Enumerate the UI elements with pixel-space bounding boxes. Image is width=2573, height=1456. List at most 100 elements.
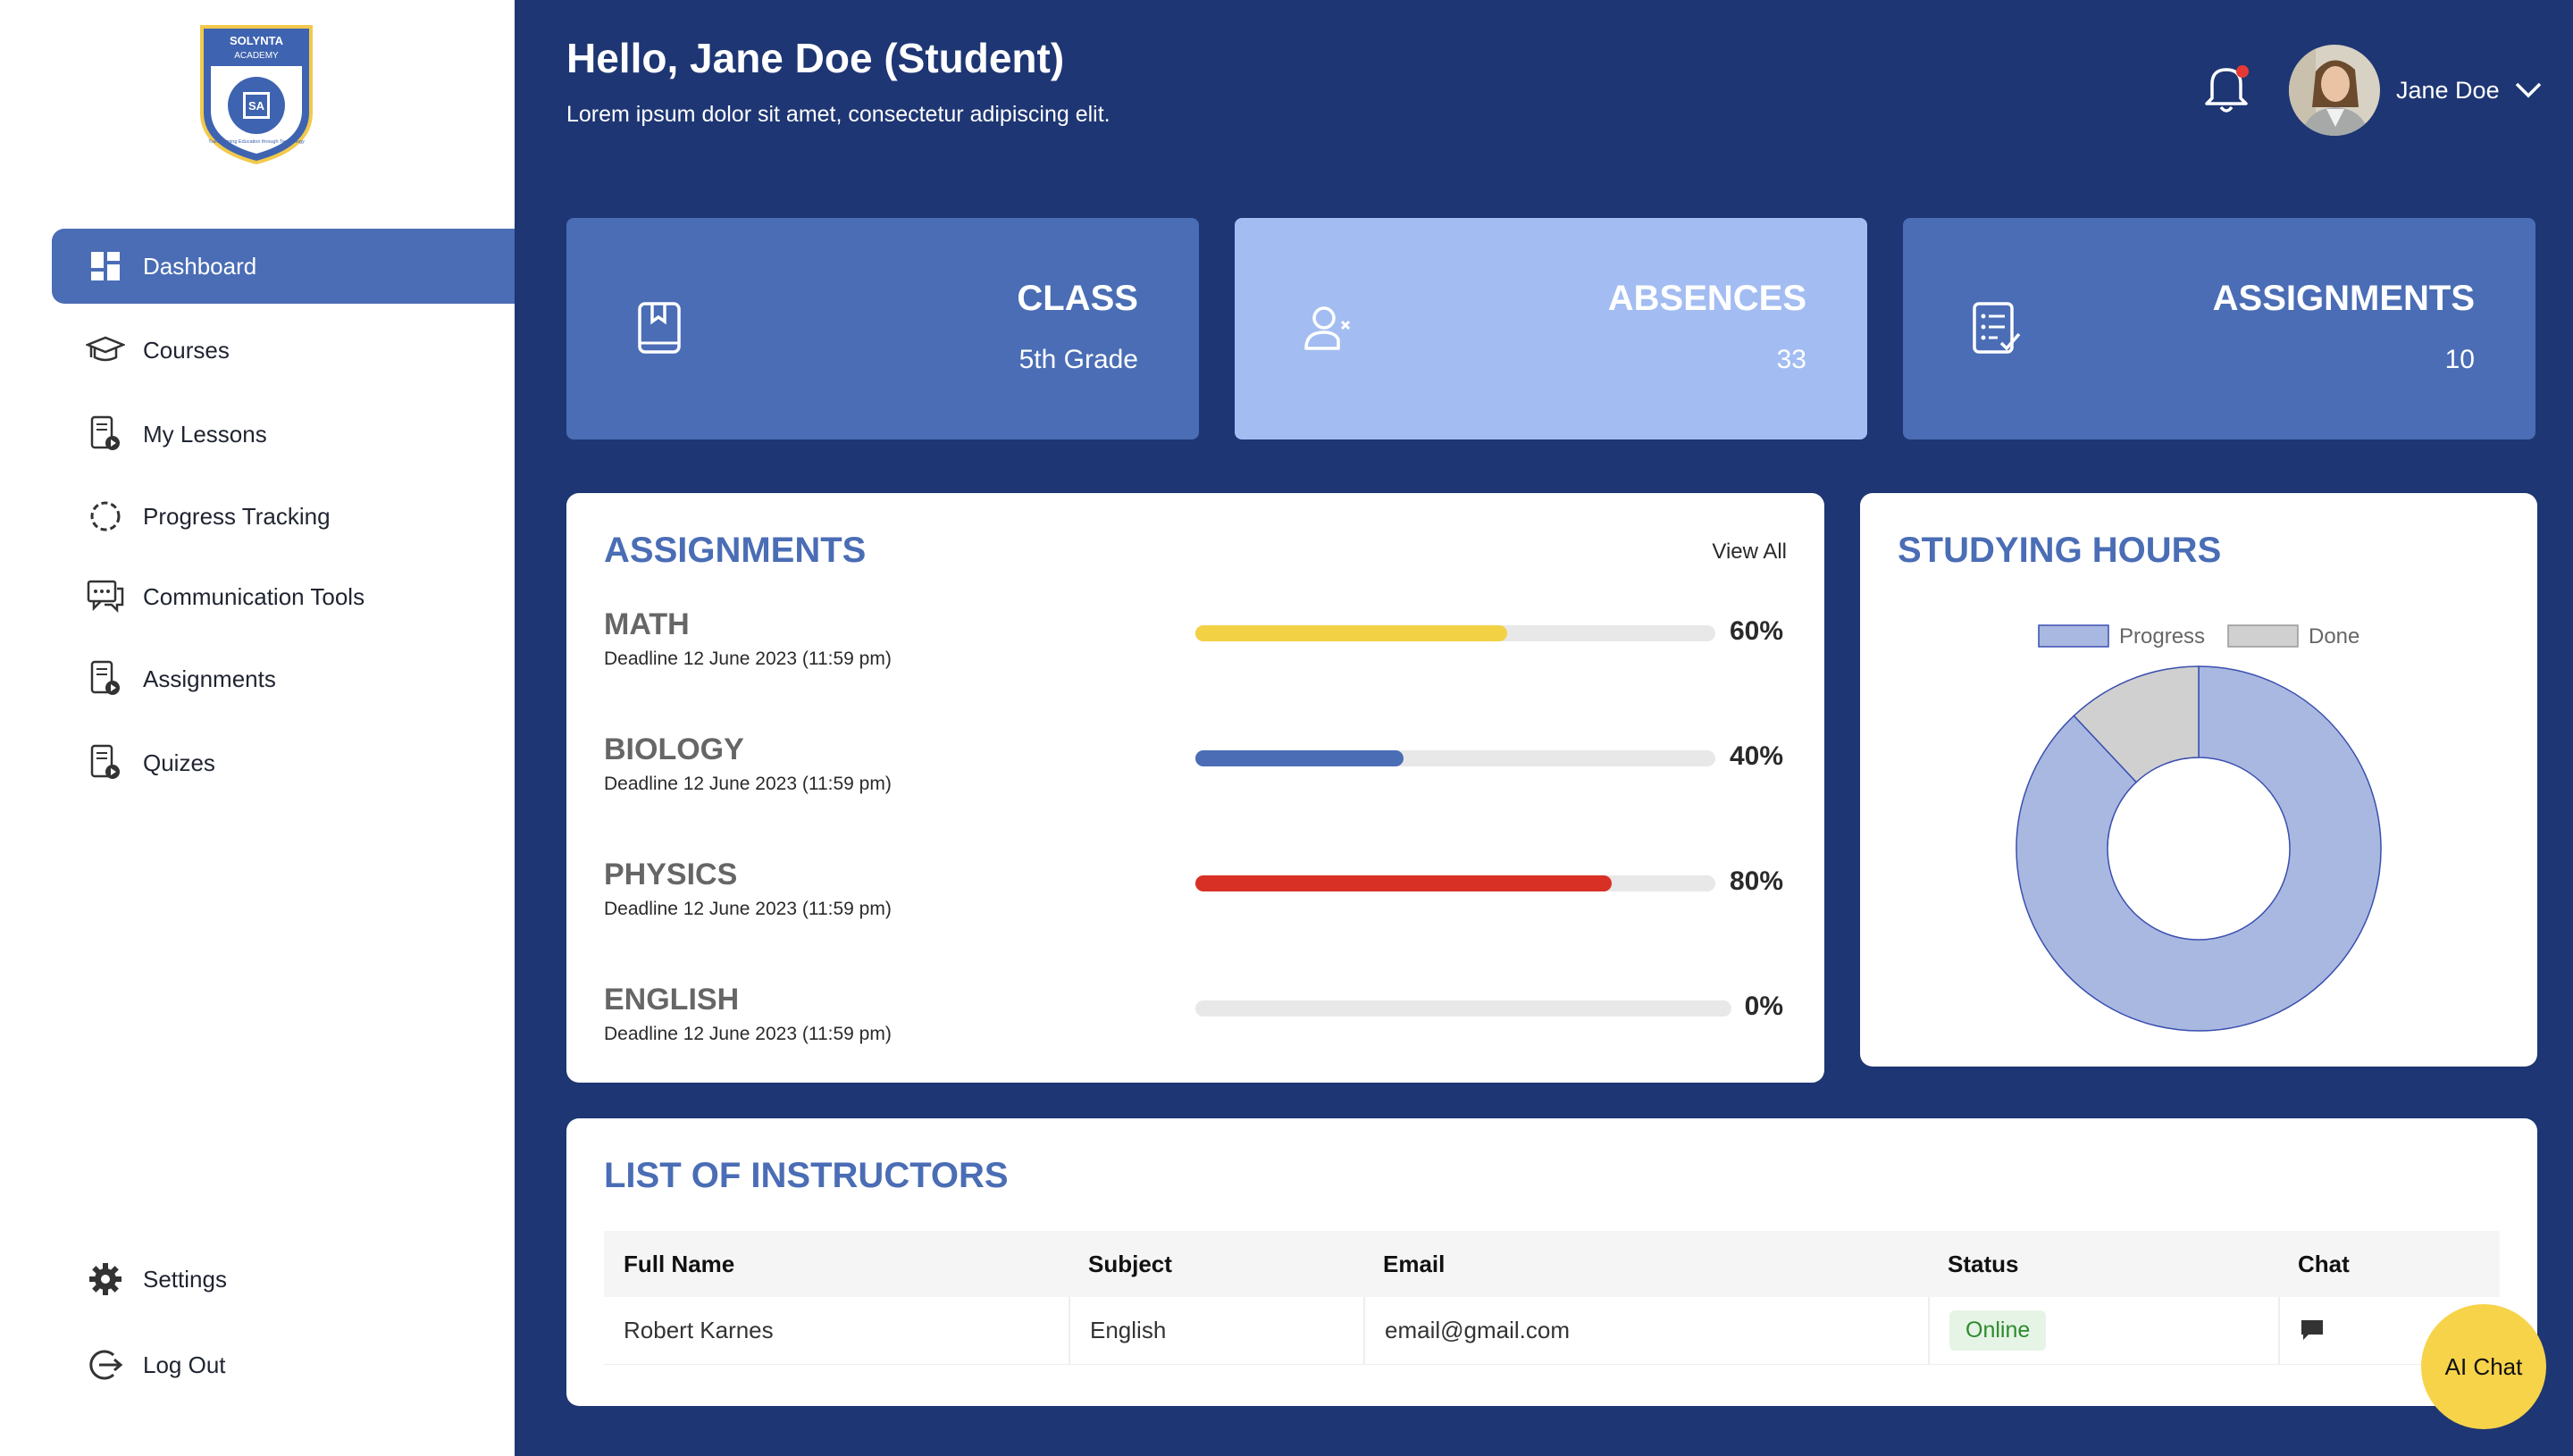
progress-bar-fill	[1195, 625, 1508, 641]
user-x-icon	[1304, 306, 1351, 350]
stat-card-assignments[interactable]: ASSIGNMENTS 10	[1903, 218, 2535, 439]
assignment-percent: 0%	[1744, 992, 1783, 1021]
book-icon	[638, 302, 681, 354]
stat-title: CLASS	[1017, 279, 1138, 318]
sidebar-item-communication-tools[interactable]: Communication Tools	[52, 559, 515, 634]
column-header[interactable]: Email	[1363, 1231, 1928, 1297]
assignment-deadline: Deadline 12 June 2023 (11:59 pm)	[604, 774, 892, 794]
sidebar-item-label: Assignments	[143, 665, 276, 692]
chat-icon[interactable]	[2300, 1318, 2325, 1343]
sidebar-item-progress-tracking[interactable]: Progress Tracking	[52, 479, 515, 554]
assignments-panel: ASSIGNMENTS View All MATH Deadline 12 Ju…	[566, 493, 1824, 1083]
chevron-down-icon[interactable]	[2514, 80, 2543, 100]
stat-card-class[interactable]: CLASS 5th Grade	[566, 218, 1199, 439]
progress-bar	[1195, 1000, 1731, 1017]
instructors-panel: LIST OF INSTRUCTORS Full Name Subject Em…	[566, 1118, 2537, 1406]
column-header[interactable]: Full Name	[604, 1231, 1069, 1297]
logout-icon	[86, 1345, 125, 1385]
quiz-video-icon	[86, 743, 125, 782]
assignment-percent: 40%	[1729, 741, 1783, 771]
assignment-percent: 80%	[1729, 866, 1783, 896]
dashboard-icon	[86, 247, 125, 286]
user-name[interactable]: Jane Doe	[2396, 77, 2500, 105]
assignment-deadline: Deadline 12 June 2023 (11:59 pm)	[604, 899, 892, 919]
sidebar-item-my-lessons[interactable]: My Lessons	[52, 397, 515, 472]
sidebar-item-dashboard[interactable]: Dashboard	[52, 229, 515, 304]
progress-bar	[1195, 625, 1715, 641]
progress-circle-icon	[86, 497, 125, 536]
checklist-icon	[1973, 302, 2021, 354]
ai-chat-button[interactable]: AI Chat	[2421, 1304, 2546, 1429]
assignment-row[interactable]: MATH Deadline 12 June 2023 (11:59 pm) 60…	[604, 607, 1783, 697]
sidebar-item-label: Courses	[143, 336, 230, 364]
assignment-subject: PHYSICS	[604, 858, 738, 891]
column-header[interactable]: Chat	[2278, 1231, 2500, 1297]
sidebar-item-label: Settings	[143, 1265, 227, 1293]
avatar[interactable]	[2289, 45, 2380, 136]
column-header[interactable]: Subject	[1069, 1231, 1363, 1297]
svg-text:SOLYNTA: SOLYNTA	[230, 34, 284, 47]
assignment-row[interactable]: ENGLISH Deadline 12 June 2023 (11:59 pm)…	[604, 983, 1783, 1072]
assignment-deadline: Deadline 12 June 2023 (11:59 pm)	[604, 649, 892, 669]
sidebar-item-label: Communication Tools	[143, 582, 365, 610]
page-title: Hello, Jane Doe (Student)	[566, 35, 1065, 81]
table-header: Full Name Subject Email Status Chat	[604, 1231, 2500, 1297]
sidebar-item-label: Quizes	[143, 749, 215, 776]
progress-bar-fill	[1195, 750, 1404, 766]
assignment-video-icon	[86, 659, 125, 699]
sidebar-item-label: My Lessons	[143, 420, 267, 448]
assignment-row[interactable]: PHYSICS Deadline 12 June 2023 (11:59 pm)…	[604, 858, 1783, 947]
assignment-percent: 60%	[1729, 616, 1783, 646]
panel-title: LIST OF INSTRUCTORS	[604, 1156, 1009, 1195]
column-header[interactable]: Status	[1928, 1231, 2278, 1297]
academy-logo[interactable]: SOLYNTA ACADEMY SA Transforming Educatio…	[198, 23, 314, 166]
sidebar-item-quizes[interactable]: Quizes	[52, 725, 515, 800]
instructors-table: Full Name Subject Email Status Chat Robe…	[604, 1231, 2500, 1365]
sidebar-item-label: Progress Tracking	[143, 502, 331, 530]
status-cell: Online	[1928, 1297, 2278, 1364]
sidebar-item-courses[interactable]: Courses	[52, 313, 515, 388]
sidebar-item-label: Log Out	[143, 1351, 226, 1378]
assignment-deadline: Deadline 12 June 2023 (11:59 pm)	[604, 1024, 892, 1044]
stat-card-absences[interactable]: ABSENCES 33	[1235, 218, 1867, 439]
chat-bubbles-icon	[86, 577, 125, 616]
status-badge: Online	[1949, 1310, 2047, 1351]
svg-text:ACADEMY: ACADEMY	[234, 51, 279, 61]
instructor-email[interactable]: email@gmail.com	[1363, 1297, 1928, 1364]
progress-bar	[1195, 875, 1715, 891]
stat-value: 33	[1776, 345, 1806, 374]
legend-swatch	[2227, 624, 2299, 648]
legend-label[interactable]: Done	[2309, 624, 2359, 649]
stat-title: ABSENCES	[1607, 279, 1806, 318]
stat-title: ASSIGNMENTS	[2212, 279, 2475, 318]
sidebar-item-assignments[interactable]: Assignments	[52, 641, 515, 716]
stat-value: 5th Grade	[1018, 345, 1138, 374]
assignment-subject: BIOLOGY	[604, 732, 744, 766]
lesson-video-icon	[86, 414, 125, 454]
bell-icon[interactable]	[2200, 59, 2253, 116]
sidebar-item-settings[interactable]: Settings	[52, 1242, 515, 1317]
legend-swatch	[2038, 624, 2109, 648]
svg-text:Transforming Education through: Transforming Education through Technolog…	[208, 139, 305, 145]
sidebar-item-logout[interactable]: Log Out	[52, 1327, 515, 1402]
svg-text:SA: SA	[248, 99, 265, 113]
assignment-row[interactable]: BIOLOGY Deadline 12 June 2023 (11:59 pm)…	[604, 732, 1783, 822]
panel-title: ASSIGNMENTS	[604, 531, 867, 570]
progress-bar-fill	[1195, 875, 1612, 891]
sidebar: SOLYNTA ACADEMY SA Transforming Educatio…	[0, 0, 515, 1456]
table-row[interactable]: Robert Karnes English email@gmail.com On…	[604, 1297, 2500, 1365]
instructor-name: Robert Karnes	[624, 1317, 774, 1343]
notification-dot	[2236, 65, 2249, 78]
instructor-subject: English	[1069, 1297, 1363, 1364]
view-all-link[interactable]: View All	[1712, 540, 1787, 565]
assignment-subject: ENGLISH	[604, 983, 740, 1017]
legend-label[interactable]: Progress	[2119, 624, 2205, 649]
ai-chat-label: AI Chat	[2444, 1352, 2523, 1380]
page-subtitle: Lorem ipsum dolor sit amet, consectetur …	[566, 102, 1110, 127]
studying-hours-panel: STUDYING HOURS Progress Done	[1860, 493, 2537, 1067]
gear-icon	[86, 1259, 125, 1299]
studying-hours-chart: Progress Done	[2016, 624, 2382, 1032]
progress-bar	[1195, 750, 1715, 766]
stat-value: 10	[2444, 345, 2475, 374]
graduation-cap-icon	[86, 331, 125, 370]
